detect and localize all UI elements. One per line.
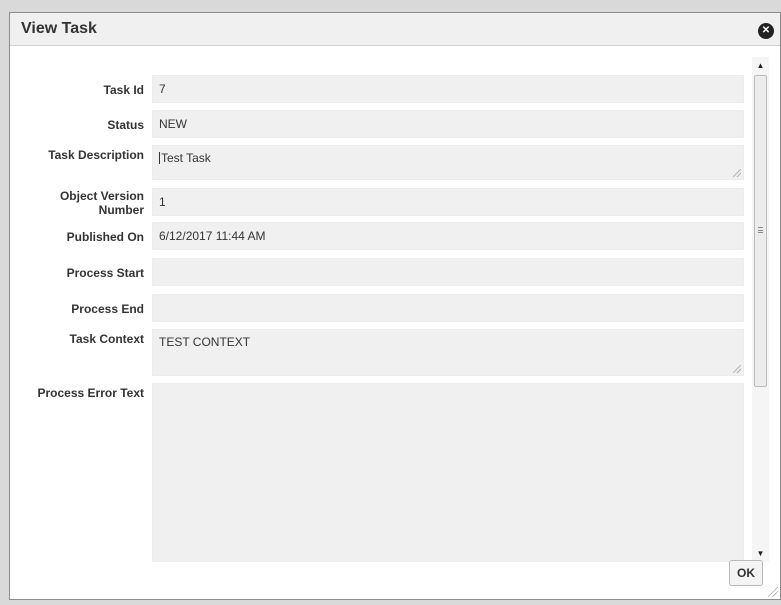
- process-error-text-field[interactable]: [152, 383, 744, 562]
- published-on-field[interactable]: 6/12/2017 11:44 AM: [152, 222, 744, 250]
- task-description-label: Task Description: [48, 148, 144, 162]
- text-cursor: [159, 152, 160, 164]
- ok-button[interactable]: OK: [729, 560, 763, 586]
- task-id-field[interactable]: 7: [152, 75, 744, 103]
- arrow-up-icon[interactable]: ▲: [752, 57, 769, 74]
- task-context-field[interactable]: TEST CONTEXT: [152, 329, 744, 376]
- task-context-label: Task Context: [69, 332, 144, 346]
- published-on-label: Published On: [66, 230, 144, 244]
- grip-icon: [758, 227, 763, 233]
- task-description-value: Test Task: [161, 151, 211, 165]
- process-error-text-label: Process Error Text: [37, 386, 145, 400]
- task-form: Task Id 7 Status NEW Task Description Te…: [10, 57, 780, 562]
- status-label: Status: [107, 118, 144, 132]
- process-end-field[interactable]: [152, 294, 744, 322]
- process-end-label: Process End: [71, 302, 144, 316]
- scrollbar-thumb[interactable]: [754, 75, 767, 387]
- object-version-number-label: Object Version Number: [10, 189, 144, 217]
- close-icon[interactable]: ✕: [758, 23, 774, 39]
- object-version-label-line1: Object Version: [59, 189, 144, 203]
- object-version-label-line2: Number: [98, 203, 144, 217]
- dialog-title: View Task: [21, 20, 97, 37]
- process-start-field[interactable]: [152, 258, 744, 286]
- task-context-value: TEST CONTEXT: [159, 335, 251, 349]
- dialog-titlebar: View Task ✕: [10, 13, 780, 46]
- resize-grip-icon[interactable]: [733, 365, 741, 373]
- view-task-dialog: View Task ✕ Task Id 7 Status NEW Task De…: [9, 12, 781, 600]
- object-version-number-field[interactable]: 1: [152, 188, 744, 216]
- dialog-resize-icon[interactable]: [768, 587, 778, 597]
- status-field[interactable]: NEW: [152, 110, 744, 138]
- task-id-label: Task Id: [103, 83, 144, 97]
- resize-grip-icon[interactable]: [733, 169, 741, 177]
- process-start-label: Process Start: [66, 266, 144, 280]
- form-scrollbar[interactable]: ▲ ▼: [752, 57, 769, 562]
- task-description-field[interactable]: Test Task: [152, 145, 744, 180]
